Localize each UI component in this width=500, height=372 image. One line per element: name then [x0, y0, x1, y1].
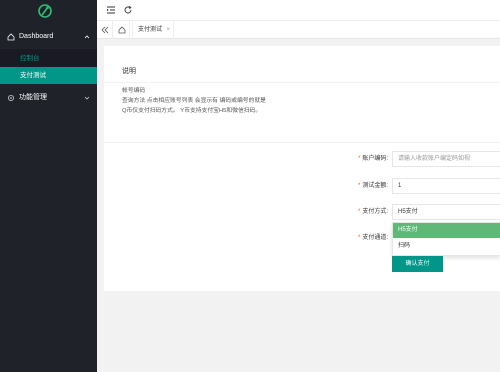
tab-label: 支付测试: [138, 27, 163, 33]
required-mark: *: [357, 209, 361, 215]
amount-input[interactable]: 1: [392, 178, 500, 194]
account-label: * 账户编码:: [357, 156, 388, 162]
confirm-pay-button[interactable]: 确认支付: [392, 256, 443, 272]
tabs-bar: 支付测试 ×: [97, 21, 500, 39]
chevron-up-icon: [84, 35, 90, 39]
double-chevron-left-icon: [101, 26, 109, 34]
option-label: 扫码: [398, 243, 411, 249]
menu-dashboard-label: Dashboard: [19, 33, 54, 40]
menu-function-management[interactable]: 功能管理: [0, 88, 97, 108]
home-tab-button[interactable]: [114, 21, 130, 39]
sidebar-item-label: 支付测试: [20, 72, 46, 79]
top-bar: [97, 0, 500, 21]
form-row-method: * 支付方式: H5支付: [104, 204, 500, 220]
notice-separator: [104, 82, 500, 83]
tabs-scroll-left-button[interactable]: [97, 21, 113, 39]
notice-line: Q币仅支付扫码方式。 Y币支持支付宝H5和微信扫码。: [122, 108, 262, 114]
home-icon: [118, 26, 126, 34]
required-mark: *: [357, 183, 361, 189]
notice-line: 查询方法 点击相应账号列表 会显示有 编码或编号的就是: [122, 98, 266, 104]
section-divider: [104, 142, 500, 143]
required-mark: *: [357, 235, 361, 241]
payment-method-dropdown: H5支付 扫码: [392, 222, 500, 256]
payment-method-select[interactable]: H5支付: [392, 204, 500, 220]
tab-pay-test[interactable]: 支付测试 ×: [132, 21, 174, 39]
dropdown-option-scan[interactable]: 扫码: [393, 239, 500, 254]
option-label: H5支付: [398, 227, 418, 233]
form-row-amount: * 测试金额: 1: [104, 178, 500, 194]
dashboard-submenu: 控制台 支付测试: [0, 49, 97, 84]
required-mark: *: [357, 156, 361, 162]
notice-line: 帐号编码: [122, 88, 146, 94]
chevron-down-icon: [84, 96, 90, 100]
notice-title: 说明: [122, 68, 136, 75]
menu-collapse-icon[interactable]: [106, 5, 116, 15]
home-icon: [7, 33, 15, 41]
close-icon[interactable]: ×: [166, 21, 170, 39]
refresh-icon[interactable]: [123, 5, 133, 15]
amount-label: * 测试金额:: [357, 183, 388, 189]
gear-icon: [8, 95, 14, 101]
method-label: * 支付方式:: [357, 209, 388, 215]
sidebar-item-pay-test[interactable]: 支付测试: [0, 67, 97, 84]
account-code-input[interactable]: 请输入收款账户编定码如视: [392, 151, 500, 167]
content-card: 说明 帐号编码 查询方法 点击相应账号列表 会显示有 编码或编号的就是 Q币仅支…: [104, 46, 500, 291]
method-value: H5支付: [398, 209, 418, 215]
account-placeholder: 请输入收款账户编定码如视: [398, 156, 471, 162]
dropdown-option-h5[interactable]: H5支付: [393, 223, 500, 238]
menu-dashboard[interactable]: Dashboard: [0, 27, 97, 47]
amount-value: 1: [398, 183, 402, 189]
sidebar-item-console[interactable]: 控制台: [0, 50, 97, 67]
menu-function-management-label: 功能管理: [19, 94, 47, 101]
form-row-account: * 账户编码: 请输入收款账户编定码如视: [104, 151, 500, 167]
logo-icon: [38, 4, 52, 18]
sidebar-item-label: 控制台: [20, 55, 40, 62]
channel-label: * 支付通道:: [357, 235, 388, 241]
sidebar: Dashboard 控制台 支付测试 功能管理: [0, 0, 97, 372]
